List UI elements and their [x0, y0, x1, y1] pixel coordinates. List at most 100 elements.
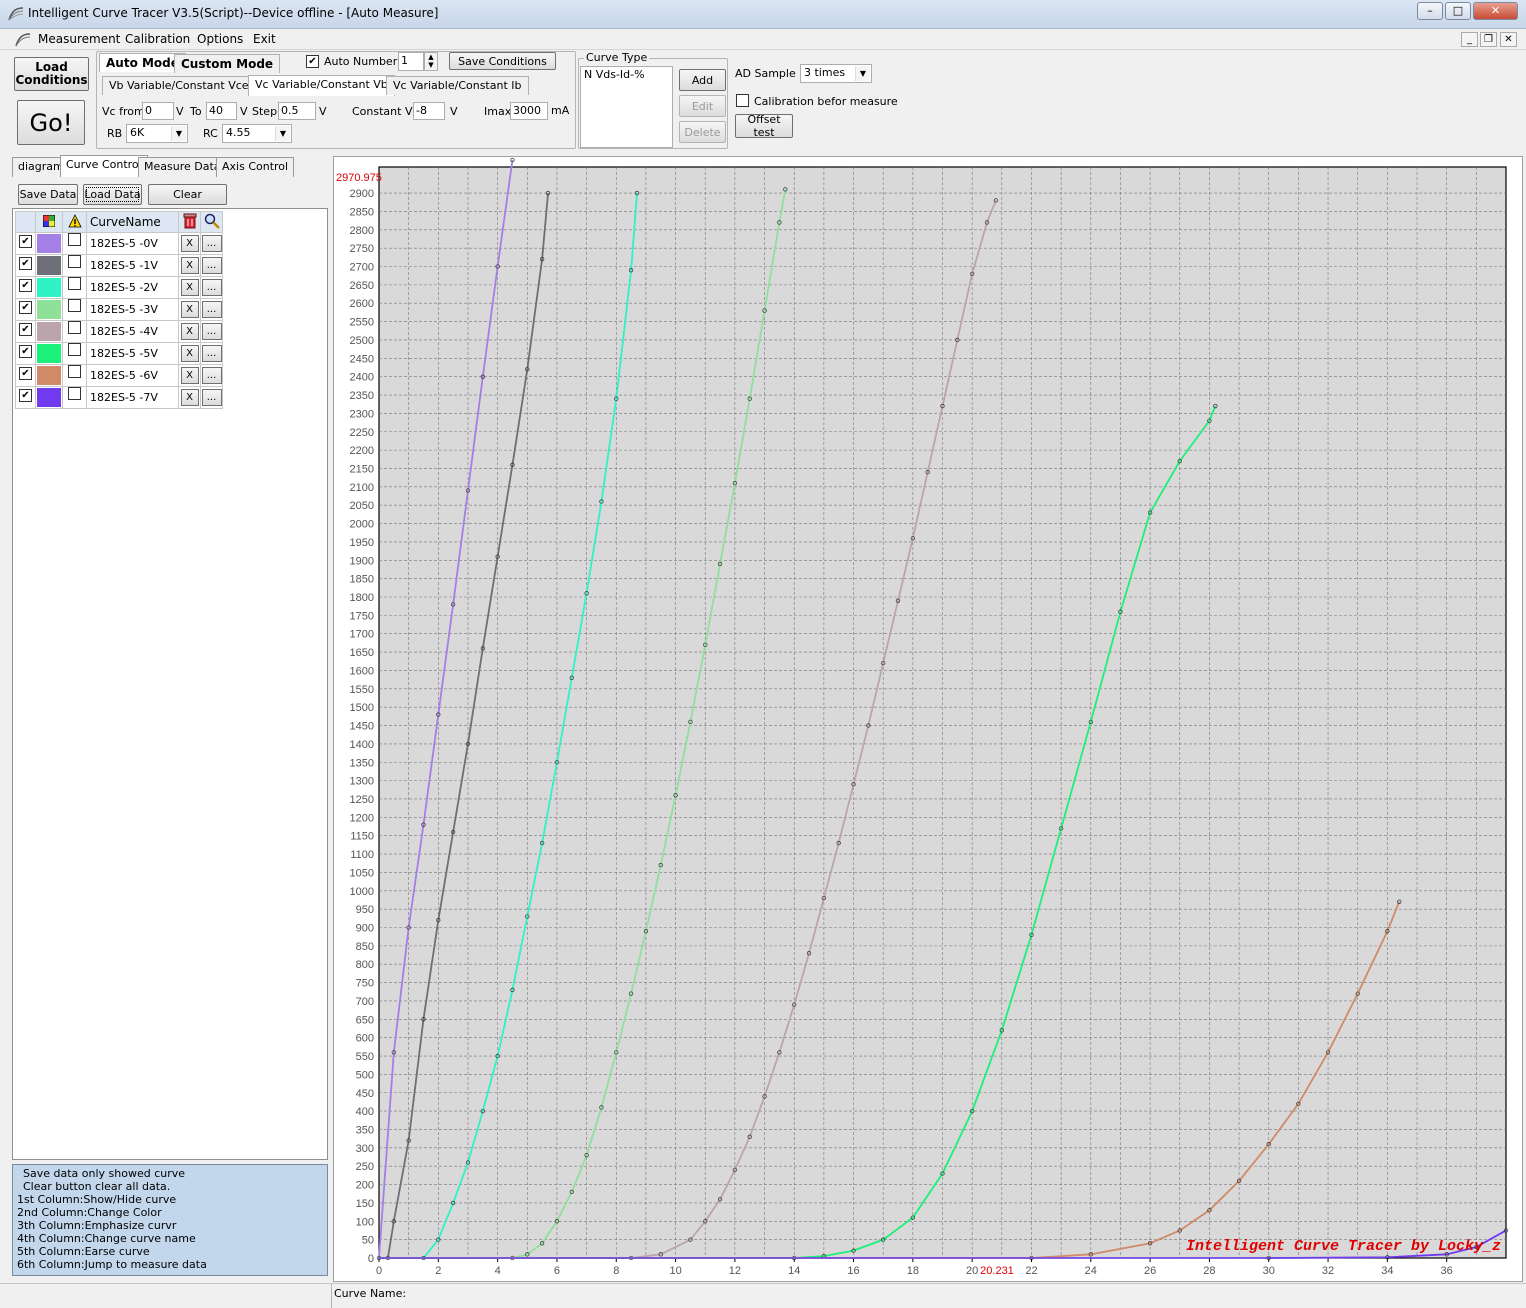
color-cell[interactable]: [35, 254, 63, 277]
menu-options[interactable]: Options: [197, 32, 243, 46]
auto-number-input[interactable]: 1: [398, 52, 424, 71]
clear-button[interactable]: Clear: [148, 184, 227, 205]
offset-test-button[interactable]: Offset test: [735, 113, 793, 139]
erase-curve-button[interactable]: X: [180, 301, 199, 318]
show-curve-checkbox[interactable]: ✔: [19, 345, 32, 358]
curve-color-swatch[interactable]: [37, 256, 61, 275]
emphasize-cell[interactable]: [62, 232, 87, 255]
emphasize-cell[interactable]: [62, 320, 87, 343]
tab-curve-control[interactable]: Curve Control: [60, 155, 148, 177]
erase-curve-button[interactable]: X: [180, 323, 199, 340]
show-checkbox-cell[interactable]: ✔: [15, 298, 36, 321]
tab-vc-variable-ib[interactable]: Vc Variable/Constant Ib: [386, 76, 529, 95]
table-row[interactable]: ✔ 182ES-5 -0V X...: [15, 232, 223, 255]
erase-cell[interactable]: X: [178, 232, 201, 255]
curve-name-cell[interactable]: 182ES-5 -2V: [86, 276, 179, 299]
load-conditions-button[interactable]: Load Conditions: [14, 57, 89, 91]
curve-color-swatch[interactable]: [37, 234, 61, 253]
curve-color-swatch[interactable]: [37, 278, 61, 297]
emphasize-cell[interactable]: [62, 276, 87, 299]
emphasize-checkbox[interactable]: [68, 387, 81, 400]
curve-color-swatch[interactable]: [37, 366, 61, 385]
erase-curve-button[interactable]: X: [180, 279, 199, 296]
jump-to-data-button[interactable]: ...: [201, 389, 222, 406]
table-row[interactable]: ✔ 182ES-5 -3V X...: [15, 298, 223, 321]
curve-chart[interactable]: 0501001502002503003504004505005506006507…: [334, 157, 1522, 1281]
table-row[interactable]: ✔ 182ES-5 -6V X...: [15, 364, 223, 387]
color-cell[interactable]: [35, 298, 63, 321]
color-cell[interactable]: [35, 364, 63, 387]
jump-to-data-button[interactable]: ...: [201, 345, 222, 362]
erase-curve-button[interactable]: X: [180, 257, 199, 274]
delete-curve-type-button[interactable]: Delete: [679, 121, 726, 143]
jump-to-data-button[interactable]: ...: [201, 257, 222, 274]
rc-select[interactable]: 4.55 ▼: [222, 124, 292, 143]
curve-color-swatch[interactable]: [37, 344, 61, 363]
show-checkbox-cell[interactable]: ✔: [15, 276, 36, 299]
erase-cell[interactable]: X: [178, 386, 201, 409]
chart-panel[interactable]: 0 50 100 150 200 250 300 350 400 450 500 550 600 650 7…: [333, 156, 1523, 1282]
tab-vb-variable[interactable]: Vb Variable/Constant Vce: [102, 76, 256, 95]
calibration-checkbox[interactable]: [736, 94, 749, 107]
show-checkbox-cell[interactable]: ✔: [15, 364, 36, 387]
tab-auto-mode[interactable]: Auto Mode: [99, 53, 186, 72]
table-row[interactable]: ✔ 182ES-5 -7V X...: [15, 386, 223, 409]
ad-sample-select[interactable]: 3 times ▼: [800, 64, 872, 83]
maximize-button[interactable]: □: [1445, 2, 1471, 20]
step-input[interactable]: 0.5: [278, 102, 316, 120]
curve-name-cell[interactable]: 182ES-5 -0V: [86, 232, 179, 255]
show-checkbox-cell[interactable]: ✔: [15, 254, 36, 277]
erase-cell[interactable]: X: [178, 364, 201, 387]
jump-cell[interactable]: ...: [200, 298, 223, 321]
show-checkbox-cell[interactable]: ✔: [15, 232, 36, 255]
emphasize-checkbox[interactable]: [68, 277, 81, 290]
emphasize-cell[interactable]: [62, 386, 87, 409]
curve-color-swatch[interactable]: [37, 300, 61, 319]
auto-number-checkbox[interactable]: ✔: [306, 55, 319, 68]
erase-cell[interactable]: X: [178, 254, 201, 277]
emphasize-checkbox[interactable]: [68, 321, 81, 334]
curve-type-item[interactable]: N Vds-Id-%: [584, 68, 669, 81]
erase-curve-button[interactable]: X: [180, 367, 199, 384]
jump-cell[interactable]: ...: [200, 342, 223, 365]
jump-cell[interactable]: ...: [200, 254, 223, 277]
constant-vb-input[interactable]: -8: [413, 102, 445, 120]
jump-cell[interactable]: ...: [200, 276, 223, 299]
curve-color-swatch[interactable]: [37, 388, 61, 407]
jump-cell[interactable]: ...: [200, 232, 223, 255]
jump-to-data-button[interactable]: ...: [201, 367, 222, 384]
curve-name-cell[interactable]: 182ES-5 -5V: [86, 342, 179, 365]
color-cell[interactable]: [35, 232, 63, 255]
curve-name-cell[interactable]: 182ES-5 -1V: [86, 254, 179, 277]
color-cell[interactable]: [35, 276, 63, 299]
add-curve-type-button[interactable]: Add: [679, 69, 726, 91]
emphasize-checkbox[interactable]: [68, 255, 81, 268]
emphasize-cell[interactable]: [62, 342, 87, 365]
show-checkbox-cell[interactable]: ✔: [15, 320, 36, 343]
emphasize-cell[interactable]: [62, 254, 87, 277]
emphasize-checkbox[interactable]: [68, 365, 81, 378]
tab-custom-mode[interactable]: Custom Mode: [174, 54, 281, 73]
curve-name-cell[interactable]: 182ES-5 -6V: [86, 364, 179, 387]
emphasize-cell[interactable]: [62, 298, 87, 321]
erase-cell[interactable]: X: [178, 276, 201, 299]
curve-type-list[interactable]: N Vds-Id-%: [580, 66, 673, 148]
mdi-minimize-button[interactable]: _: [1461, 32, 1478, 47]
tab-axis-control[interactable]: Axis Control: [216, 157, 295, 177]
jump-to-data-button[interactable]: ...: [201, 301, 222, 318]
jump-to-data-button[interactable]: ...: [201, 279, 222, 296]
curve-name-cell[interactable]: 182ES-5 -3V: [86, 298, 179, 321]
show-curve-checkbox[interactable]: ✔: [19, 301, 32, 314]
show-curve-checkbox[interactable]: ✔: [19, 389, 32, 402]
imax-input[interactable]: 3000: [510, 102, 548, 120]
erase-cell[interactable]: X: [178, 298, 201, 321]
jump-cell[interactable]: ...: [200, 320, 223, 343]
emphasize-cell[interactable]: [62, 364, 87, 387]
menu-calibration[interactable]: Calibration: [125, 32, 190, 46]
erase-curve-button[interactable]: X: [180, 389, 199, 406]
jump-cell[interactable]: ...: [200, 364, 223, 387]
table-row[interactable]: ✔ 182ES-5 -1V X...: [15, 254, 223, 277]
go-button[interactable]: Go!: [17, 100, 85, 145]
close-button[interactable]: ✕: [1473, 2, 1518, 20]
table-row[interactable]: ✔ 182ES-5 -4V X...: [15, 320, 223, 343]
